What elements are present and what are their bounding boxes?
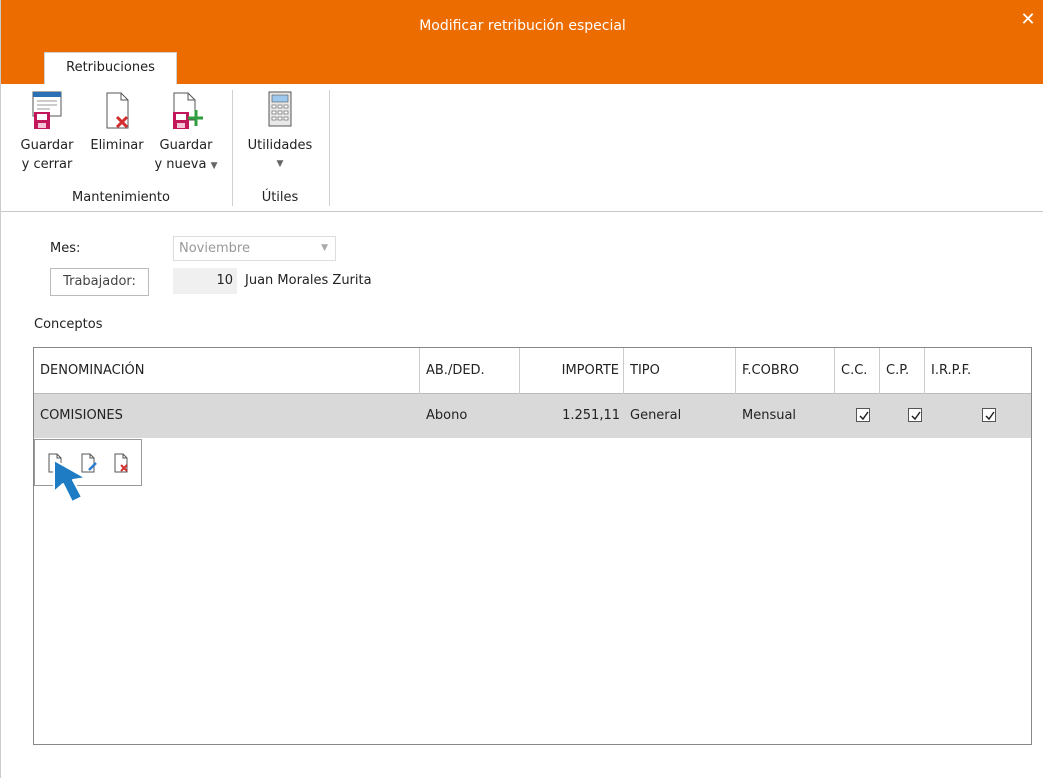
title-bar: Modificar retribución especial ✕ Retribu…	[1, 0, 1043, 84]
utilities-button[interactable]: Utilidades ▼	[239, 90, 321, 174]
mouse-pointer-icon	[53, 459, 87, 503]
table-row[interactable]: COMISIONES Abono 1.251,11 General Mensua…	[34, 394, 1031, 438]
cell-tipo: General	[630, 408, 682, 423]
cell-f-cobro: Mensual	[742, 408, 797, 423]
trabajador-button[interactable]: Trabajador:	[50, 268, 149, 296]
calculator-icon	[268, 91, 292, 127]
ribbon-separator	[232, 90, 233, 206]
save-close-button[interactable]: Guardar y cerrar	[17, 90, 77, 174]
cell-denominacion: COMISIONES	[40, 408, 123, 423]
save-new-button[interactable]: Guardar y nueva ▼	[151, 90, 221, 176]
group-label-mantenimiento: Mantenimiento	[72, 190, 170, 205]
save-close-icon	[32, 91, 62, 129]
chevron-down-icon: ▼	[321, 243, 328, 253]
cell-importe: 1.251,11	[562, 408, 620, 423]
save-new-label-2: y nueva ▼	[154, 157, 218, 172]
save-close-label-2: y cerrar	[21, 157, 73, 172]
mes-select[interactable]: Noviembre ▼	[173, 236, 336, 261]
ribbon: Guardar y cerrar Eliminar Guardar y nuev…	[1, 84, 1043, 212]
checkbox-cc[interactable]	[856, 408, 870, 422]
ribbon-separator	[329, 90, 330, 206]
delete-button[interactable]: Eliminar	[87, 90, 147, 155]
delete-label: Eliminar	[90, 138, 144, 153]
col-ab-ded[interactable]: AB./DED.	[420, 348, 520, 394]
col-f-cobro[interactable]: F.COBRO	[736, 348, 835, 394]
col-denominacion[interactable]: DENOMINACIÓN	[34, 348, 420, 394]
col-cp[interactable]: C.P.	[880, 348, 925, 394]
conceptos-table: DENOMINACIÓN AB./DED. IMPORTE TIPO F.COB…	[33, 347, 1032, 745]
close-button[interactable]: ✕	[1018, 10, 1038, 30]
chevron-down-icon: ▼	[276, 159, 284, 169]
tab-retribuciones[interactable]: Retribuciones	[44, 52, 177, 84]
dialog-window: Modificar retribución especial ✕ Retribu…	[0, 0, 1043, 778]
col-cc[interactable]: C.C.	[835, 348, 880, 394]
col-irpf[interactable]: I.R.P.F.	[925, 348, 1031, 394]
checkbox-cp[interactable]	[908, 408, 922, 422]
chevron-down-icon: ▼	[210, 161, 218, 171]
utilities-label: Utilidades	[247, 138, 313, 153]
trabajador-code-field[interactable]: 10	[173, 268, 237, 294]
save-close-label-1: Guardar	[20, 138, 74, 153]
check-icon	[911, 411, 921, 421]
checkbox-irpf[interactable]	[982, 408, 996, 422]
cell-ab-ded: Abono	[426, 408, 468, 423]
group-label-utiles: Útiles	[261, 190, 299, 205]
mes-label: Mes:	[50, 241, 81, 256]
conceptos-label: Conceptos	[34, 317, 103, 332]
table-header: DENOMINACIÓN AB./DED. IMPORTE TIPO F.COB…	[34, 348, 1031, 394]
col-tipo[interactable]: TIPO	[624, 348, 736, 394]
trabajador-name: Juan Morales Zurita	[245, 273, 372, 288]
delete-row-icon[interactable]	[112, 452, 130, 474]
save-new-icon	[173, 92, 203, 129]
col-importe[interactable]: IMPORTE	[520, 348, 624, 394]
delete-document-icon	[106, 92, 129, 129]
mes-value: Noviembre	[179, 241, 250, 256]
check-icon	[859, 411, 869, 421]
save-new-label-1: Guardar	[159, 138, 213, 153]
check-icon	[985, 411, 995, 421]
window-title: Modificar retribución especial	[419, 18, 626, 34]
